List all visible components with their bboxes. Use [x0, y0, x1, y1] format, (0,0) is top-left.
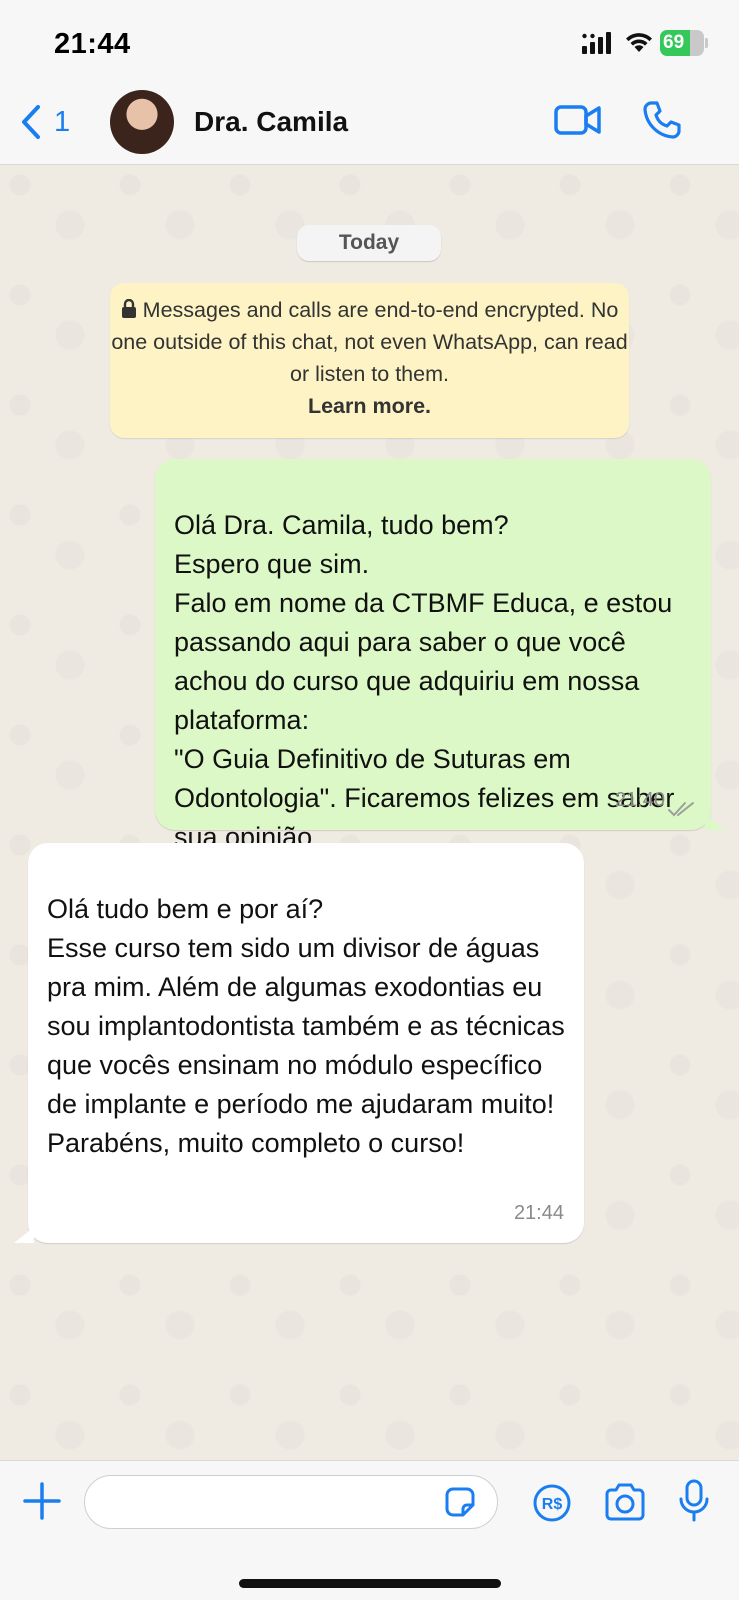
date-chip: Today	[297, 225, 441, 261]
back-count: 1	[54, 105, 71, 138]
battery-level: 69	[663, 32, 685, 53]
status-time: 21:44	[54, 28, 131, 60]
composer: R$	[0, 1460, 739, 1600]
sticker-icon[interactable]	[443, 1485, 477, 1519]
chevron-left-icon	[22, 105, 40, 139]
chat-header: 1 Dra. Camila	[0, 82, 739, 165]
camera-icon[interactable]	[604, 1483, 646, 1521]
battery-icon: 69	[660, 30, 708, 56]
message-bubble-incoming[interactable]: Olá tudo bem e por aí? Esse curso tem si…	[14, 843, 584, 1243]
signal-icon	[582, 32, 611, 54]
microphone-icon[interactable]	[678, 1479, 710, 1523]
payment-icon[interactable]: R$	[532, 1483, 572, 1523]
svg-text:R$: R$	[542, 1496, 563, 1513]
voice-call-icon[interactable]	[642, 100, 682, 140]
read-ticks-icon	[668, 802, 694, 817]
lock-icon	[121, 299, 136, 318]
home-indicator	[239, 1579, 501, 1588]
wifi-icon	[626, 33, 652, 52]
message-time: 21:44	[513, 1202, 564, 1224]
message-time: 21:40	[614, 789, 665, 811]
back-button[interactable]: 1	[20, 100, 90, 144]
plus-icon[interactable]	[22, 1481, 62, 1521]
video-call-icon[interactable]	[554, 102, 602, 138]
message-bubble-outgoing[interactable]: Olá Dra. Camila, tudo bem? Espero que si…	[155, 459, 725, 852]
contact-name[interactable]: Dra. Camila	[194, 106, 348, 138]
encryption-notice[interactable]: Messages and calls are end-to-end encryp…	[110, 283, 629, 438]
message-input[interactable]	[84, 1475, 498, 1529]
message-text: Olá Dra. Camila, tudo bem? Espero que si…	[174, 510, 675, 852]
learn-more-link[interactable]: Learn more.	[110, 390, 629, 422]
chat-area[interactable]: Today Messages and calls are end-to-end …	[0, 165, 739, 1460]
message-text: Olá tudo bem e por aí? Esse curso tem si…	[47, 894, 565, 1158]
encryption-notice-text: Messages and calls are end-to-end encryp…	[111, 298, 628, 386]
status-bar: 21:44 69	[0, 0, 739, 82]
avatar[interactable]	[110, 90, 174, 154]
